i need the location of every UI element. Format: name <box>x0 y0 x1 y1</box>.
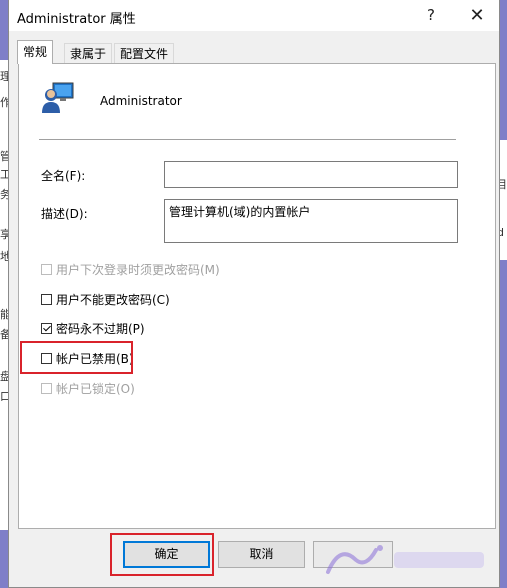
title-bar: Administrator 属性 ? ✕ <box>9 0 499 31</box>
option-account-locked[interactable]: 帐户已锁定(O) <box>41 380 135 396</box>
tab-member-of[interactable]: 隶属于 <box>64 43 113 64</box>
fullname-label: 全名(F): <box>41 169 86 183</box>
help-button[interactable]: ? <box>409 0 453 31</box>
tab-profile[interactable]: 配置文件 <box>114 43 175 64</box>
properties-dialog: Administrator 属性 ? ✕ 常规 隶属于 配置文件 Adminis… <box>8 0 500 588</box>
option-cannot-change-password[interactable]: 用户不能更改密码(C) <box>41 291 170 307</box>
watermark-logo-icon <box>326 545 484 574</box>
user-monitor-icon <box>42 82 74 113</box>
option-password-never-expires[interactable]: 密码永不过期(P) <box>41 320 145 336</box>
divider <box>39 139 456 140</box>
option-label: 用户下次登录时须更改密码(M) <box>56 262 220 277</box>
checkbox[interactable] <box>41 293 52 305</box>
description-label: 描述(D): <box>41 207 88 221</box>
close-button[interactable]: ✕ <box>455 0 499 31</box>
annotation-highlight-ok <box>110 533 214 576</box>
tab-panel-general: Administrator 全名(F): 描述(D): 管理计算机(域)的内置帐… <box>18 63 496 529</box>
option-label: 帐户已锁定(O) <box>56 381 135 396</box>
checkbox-checked[interactable] <box>41 322 52 334</box>
cancel-button[interactable]: 取消 <box>218 541 305 568</box>
description-input[interactable]: 管理计算机(域)的内置帐户 <box>164 199 458 243</box>
checkbox[interactable] <box>41 263 52 275</box>
tab-general[interactable]: 常规 <box>17 40 54 64</box>
annotation-highlight-disabled <box>20 341 133 374</box>
option-label: 密码永不过期(P) <box>56 321 145 336</box>
account-name: Administrator <box>100 94 182 108</box>
window-title: Administrator 属性 <box>17 12 136 27</box>
option-label: 用户不能更改密码(C) <box>56 292 170 307</box>
option-must-change-password[interactable]: 用户下次登录时须更改密码(M) <box>41 261 220 277</box>
checkbox[interactable] <box>41 382 52 394</box>
fullname-input[interactable] <box>164 161 458 188</box>
